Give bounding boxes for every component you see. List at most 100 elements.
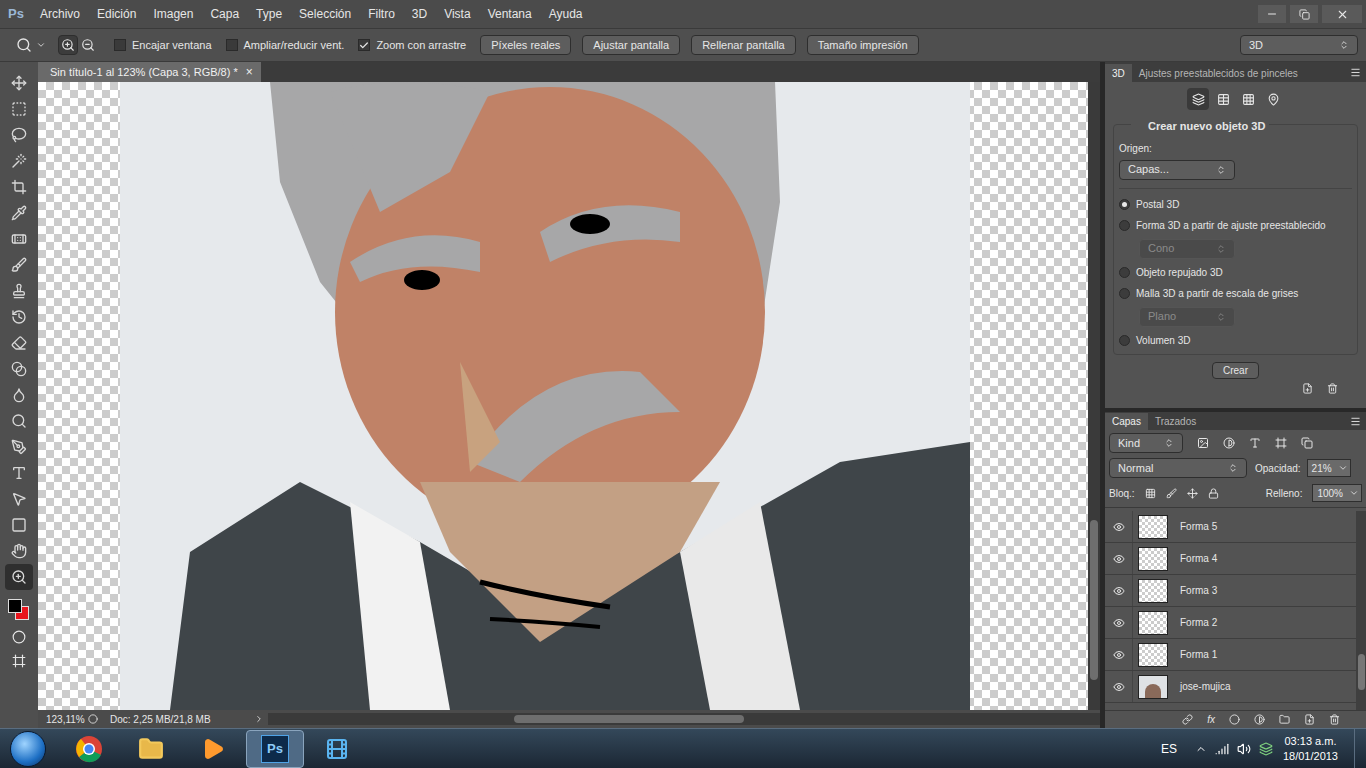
option-checkbox[interactable]: Encajar ventana: [114, 37, 212, 54]
taskbar-app[interactable]: [122, 730, 180, 768]
visibility-icon[interactable]: [1113, 649, 1125, 661]
restore-button[interactable]: [1290, 5, 1318, 23]
taskbar-app[interactable]: Ps: [246, 730, 304, 768]
layer-name[interactable]: Forma 2: [1180, 615, 1217, 630]
zoom-level[interactable]: 123,11%: [38, 712, 88, 727]
zoom-out-button[interactable]: [78, 35, 98, 55]
origin-select[interactable]: Capas...: [1119, 160, 1235, 180]
document-tab[interactable]: Sin título-1 al 123% (Capa 3, RGB/8) *×: [38, 62, 261, 82]
blend-mode-select[interactable]: Normal: [1109, 458, 1247, 478]
lock-icon[interactable]: [1187, 488, 1198, 499]
radio-option[interactable]: Malla 3D a partir de escala de grises: [1119, 286, 1352, 301]
fill-field[interactable]: 100%: [1312, 484, 1362, 502]
close-button[interactable]: [1322, 5, 1362, 23]
view-button[interactable]: [1237, 88, 1259, 110]
tool-button[interactable]: [5, 278, 33, 304]
option-button[interactable]: Tamaño impresión: [807, 35, 919, 55]
menu-item[interactable]: Ayuda: [543, 5, 589, 23]
trash-icon[interactable]: [1327, 383, 1338, 394]
option-button[interactable]: Píxeles reales: [480, 35, 571, 55]
opacity-field[interactable]: 21%: [1307, 459, 1351, 477]
taskbar-app[interactable]: [184, 730, 242, 768]
layers-scrollbar[interactable]: [1356, 511, 1366, 710]
vertical-scrollbar[interactable]: [1088, 82, 1100, 710]
menu-item[interactable]: Ventana: [482, 5, 538, 23]
horizontal-scrollbar[interactable]: [268, 713, 1100, 725]
tool-button[interactable]: [5, 200, 33, 226]
tool-button[interactable]: [5, 512, 33, 538]
clock[interactable]: 03:13 a.m.18/01/2013: [1283, 734, 1338, 764]
create-button[interactable]: Crear: [1212, 362, 1259, 379]
panel-tab[interactable]: Ajustes preestablecidos de pinceles: [1132, 64, 1305, 82]
layer-name[interactable]: Forma 4: [1180, 551, 1217, 566]
start-button[interactable]: [10, 731, 46, 767]
view-button[interactable]: [1187, 88, 1209, 110]
layer-row[interactable]: Forma 1: [1105, 639, 1356, 671]
option-button[interactable]: Rellenar pantalla: [691, 35, 796, 55]
layer-name[interactable]: Forma 1: [1180, 647, 1217, 662]
app-logo[interactable]: Ps: [0, 4, 34, 24]
view-button[interactable]: [1262, 88, 1284, 110]
panel-menu-icon[interactable]: [1350, 67, 1361, 78]
radio-button[interactable]: [1119, 199, 1130, 210]
tool-button[interactable]: [5, 226, 33, 252]
tool-button[interactable]: [5, 408, 33, 434]
fx-button[interactable]: fx: [1207, 712, 1215, 727]
layer-row[interactable]: Forma 3: [1105, 575, 1356, 607]
visibility-icon[interactable]: [1113, 553, 1125, 565]
quick-mask-icon[interactable]: [12, 630, 26, 644]
screen-mode-icon[interactable]: [12, 654, 26, 668]
network-icon[interactable]: [1215, 742, 1229, 756]
lock-icon[interactable]: [1145, 488, 1156, 499]
filter-icon[interactable]: [1197, 437, 1209, 449]
tool-button[interactable]: [5, 382, 33, 408]
visibility-icon[interactable]: [1113, 681, 1125, 693]
tab-close-button[interactable]: ×: [246, 63, 253, 81]
option-checkbox[interactable]: Zoom con arrastre: [358, 37, 466, 54]
radio-button[interactable]: [1119, 267, 1130, 278]
tray-expand-icon[interactable]: [1195, 743, 1207, 755]
trash-icon[interactable]: [1329, 714, 1340, 725]
panel-tab[interactable]: Capas: [1105, 413, 1148, 430]
menu-item[interactable]: Capa: [204, 5, 245, 23]
option-button[interactable]: Ajustar pantalla: [582, 35, 680, 55]
tool-button[interactable]: [5, 96, 33, 122]
mask-icon[interactable]: [1229, 714, 1240, 725]
layer-row[interactable]: jose-mujica: [1105, 671, 1356, 703]
visibility-icon[interactable]: [1113, 585, 1125, 597]
visibility-icon[interactable]: [1113, 617, 1125, 629]
scrollbar-thumb[interactable]: [1090, 520, 1098, 680]
radio-option[interactable]: Postal 3D: [1119, 197, 1352, 212]
new-icon[interactable]: [1302, 383, 1313, 394]
tool-button[interactable]: [5, 460, 33, 486]
workspace-select[interactable]: 3D: [1240, 35, 1358, 55]
tool-button[interactable]: [5, 122, 33, 148]
filter-icon[interactable]: [1275, 437, 1287, 449]
menu-item[interactable]: Imagen: [147, 5, 199, 23]
tool-button[interactable]: [5, 434, 33, 460]
lock-icon[interactable]: [1208, 488, 1219, 499]
menu-item[interactable]: Type: [250, 5, 288, 23]
menu-item[interactable]: Archivo: [34, 5, 86, 23]
scrollbar-thumb[interactable]: [514, 715, 744, 723]
layer-name[interactable]: Forma 3: [1180, 583, 1217, 598]
scrollbar-thumb[interactable]: [1358, 654, 1365, 690]
checkbox-box[interactable]: [226, 39, 238, 51]
checkbox-box[interactable]: [114, 39, 126, 51]
layer-name[interactable]: Forma 5: [1180, 519, 1217, 534]
menu-item[interactable]: 3D: [406, 5, 433, 23]
checkbox-box[interactable]: [358, 39, 370, 51]
show-desktop-button[interactable]: [1354, 729, 1366, 768]
menu-item[interactable]: Vista: [438, 5, 476, 23]
tool-button[interactable]: [5, 538, 33, 564]
adjustment-icon[interactable]: [1254, 714, 1265, 725]
menu-item[interactable]: Selección: [293, 5, 357, 23]
tool-button[interactable]: [5, 70, 33, 96]
tool-button[interactable]: [5, 174, 33, 200]
filter-select[interactable]: Kind: [1109, 433, 1183, 453]
minimize-button[interactable]: [1258, 5, 1286, 23]
link-icon[interactable]: [1182, 714, 1193, 725]
canvas[interactable]: [38, 82, 1088, 710]
layer-name[interactable]: jose-mujica: [1180, 679, 1231, 694]
taskbar-app[interactable]: [60, 730, 118, 768]
